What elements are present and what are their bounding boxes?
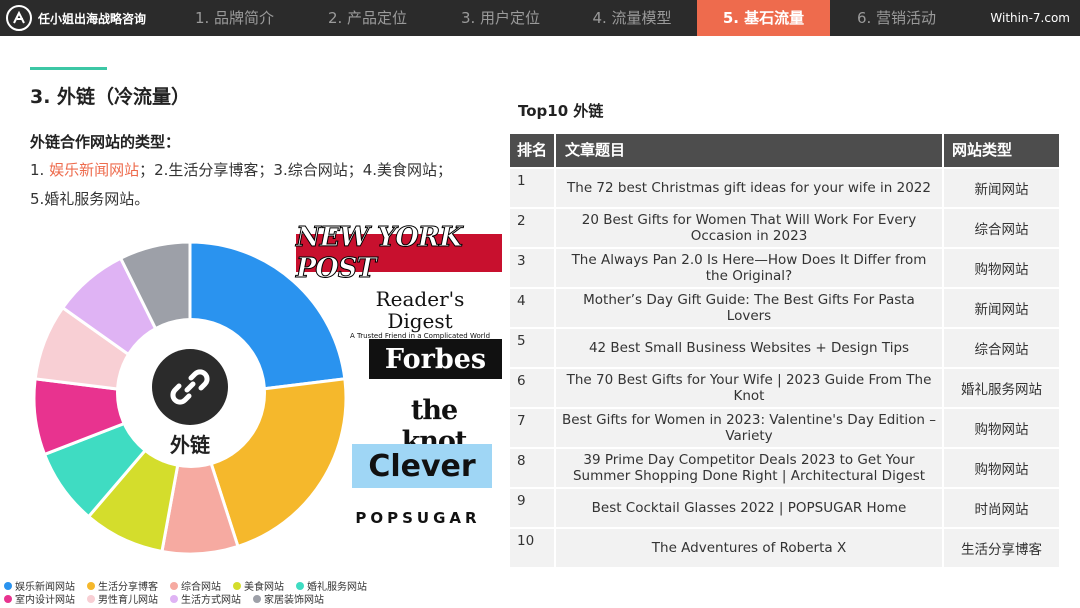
title-cell: 42 Best Small Business Websites + Design… bbox=[556, 329, 944, 367]
legend-item: 生活方式网站 bbox=[170, 591, 241, 606]
nav-tabs: 1. 品牌简介 2. 产品定位 3. 用户定位 4. 流量模型 5. 基石流量 … bbox=[168, 0, 963, 36]
legend-item: 男性育儿网站 bbox=[87, 591, 158, 606]
tab-product-positioning[interactable]: 2. 产品定位 bbox=[301, 0, 434, 36]
legend-dot-icon bbox=[296, 581, 304, 590]
title-cell: Best Cocktail Glasses 2022 | POPSUGAR Ho… bbox=[556, 489, 944, 527]
rank-cell: 1 bbox=[510, 169, 556, 207]
site-link[interactable]: Within-7.com bbox=[990, 0, 1070, 36]
accent-line bbox=[30, 67, 107, 70]
title-cell: The Adventures of Roberta X bbox=[556, 529, 944, 567]
header-rank: 排名 bbox=[510, 134, 556, 167]
legend-label: 家居装饰网站 bbox=[264, 595, 324, 606]
readers-digest-logo: Reader's Digest A Trusted Friend in a Co… bbox=[349, 287, 491, 340]
type-cell: 生活分享博客 bbox=[961, 542, 1042, 558]
table-row: 4 Mother’s Day Gift Guide: The Best Gifts… bbox=[510, 287, 1059, 327]
legend-label: 生活方式网站 bbox=[181, 595, 241, 606]
donut-center-label: 外链 bbox=[170, 433, 210, 457]
type-cell: 婚礼服务网站 bbox=[961, 382, 1042, 398]
rank-cell: 7 bbox=[510, 409, 556, 447]
table-row: 3 The Always Pan 2.0 Is Here—How Does It … bbox=[510, 247, 1059, 287]
forbes-logo: Forbes bbox=[369, 339, 502, 379]
brand-name: 任小姐出海战略咨询 bbox=[38, 11, 147, 26]
rank-cell: 8 bbox=[510, 449, 556, 487]
tab-brand-intro[interactable]: 1. 品牌简介 bbox=[168, 0, 301, 36]
donut-legend: 娱乐新闻网站 生活分享博客 综合网站 美食网站 婚礼服务网站 室内设计网站 男性育儿网站生… bbox=[4, 579, 424, 606]
header-title: 文章题目 bbox=[556, 134, 944, 167]
type-cell: 新闻网站 bbox=[974, 182, 1029, 198]
tab-user-positioning[interactable]: 3. 用户定位 bbox=[434, 0, 567, 36]
link-icon bbox=[152, 349, 228, 425]
brand-logo-icon bbox=[6, 5, 32, 31]
new-york-post-logo: NEW YORK POST bbox=[296, 222, 502, 285]
rank-cell: 2 bbox=[510, 209, 556, 247]
clever-logo: Clever bbox=[352, 444, 492, 488]
title-cell: The 72 best Christmas gift ideas for you… bbox=[556, 169, 944, 207]
type-cell: 购物网站 bbox=[974, 262, 1029, 278]
rank-cell: 3 bbox=[510, 249, 556, 287]
rank-cell: 9 bbox=[510, 489, 556, 527]
legend-item: 室内设计网站 bbox=[4, 591, 75, 606]
tab-cornerstone-traffic[interactable]: 5. 基石流量 bbox=[697, 0, 830, 36]
legend-dot-icon bbox=[87, 581, 95, 590]
title-cell: The Always Pan 2.0 Is Here—How Does It D… bbox=[556, 249, 944, 287]
brand[interactable]: 任小姐出海战略咨询 bbox=[0, 0, 146, 36]
type-cell: 综合网站 bbox=[974, 342, 1029, 358]
type-cell: 购物网站 bbox=[974, 422, 1029, 438]
rank-cell: 10 bbox=[510, 529, 556, 567]
legend-dot-icon bbox=[170, 594, 178, 603]
title-cell: Mother’s Day Gift Guide: The Best Gifts … bbox=[556, 289, 944, 327]
rank-cell: 5 bbox=[510, 329, 556, 367]
types-heading: 外链合作网站的类型： bbox=[30, 133, 181, 151]
type-cell: 综合网站 bbox=[974, 222, 1029, 238]
table-row: 9 Best Cocktail Glasses 2022 | POPSUGAR H… bbox=[510, 487, 1059, 527]
legend-dot-icon bbox=[4, 594, 12, 603]
legend-dot-icon bbox=[233, 581, 241, 590]
title-cell: Best Gifts for Women in 2023: Valentine'… bbox=[556, 409, 944, 447]
table-row: 6 The 70 Best Gifts for Your Wife | 2023 … bbox=[510, 367, 1059, 407]
top-nav-bar: 任小姐出海战略咨询 1. 品牌简介 2. 产品定位 3. 用户定位 4. 流量模… bbox=[0, 0, 1080, 36]
table-row: 10 The Adventures of Roberta X 生活分享博客 bbox=[510, 527, 1059, 567]
table-title: Top10 外链 bbox=[518, 102, 604, 120]
table-row: 8 39 Prime Day Competitor Deals 2023 to G… bbox=[510, 447, 1059, 487]
table-row: 7 Best Gifts for Women in 2023: Valentine… bbox=[510, 407, 1059, 447]
rank-cell: 6 bbox=[510, 369, 556, 407]
header-type: 网站类型 bbox=[952, 141, 1013, 159]
legend-item: 家居装饰网站 bbox=[253, 591, 324, 606]
legend-dot-icon bbox=[170, 581, 178, 590]
top10-table: 排名 文章题目 网站类型 1 The 72 best Christmas gift… bbox=[510, 134, 1059, 567]
type-cell: 购物网站 bbox=[974, 462, 1029, 478]
title-cell: The 70 Best Gifts for Your Wife | 2023 G… bbox=[556, 369, 944, 407]
title-cell: 39 Prime Day Competitor Deals 2023 to Ge… bbox=[556, 449, 944, 487]
tab-marketing-activities[interactable]: 6. 营销活动 bbox=[830, 0, 963, 36]
section-title: 3. 外链（冷流量） bbox=[30, 86, 191, 108]
legend-dot-icon bbox=[87, 594, 95, 603]
types-line-2: 5.婚礼服务网站。 bbox=[30, 190, 150, 208]
type-cell: 新闻网站 bbox=[974, 302, 1029, 318]
table-row: 1 The 72 best Christmas gift ideas for yo… bbox=[510, 167, 1059, 207]
rank-cell: 4 bbox=[510, 289, 556, 327]
table-row: 2 20 Best Gifts for Women That Will Work … bbox=[510, 207, 1059, 247]
legend-label: 男性育儿网站 bbox=[98, 595, 158, 606]
type-cell: 时尚网站 bbox=[974, 502, 1029, 518]
popsugar-logo: POPSUGAR bbox=[355, 509, 481, 527]
legend-dot-icon bbox=[253, 594, 261, 603]
legend-row: 室内设计网站 男性育儿网站 生活方式网站 家居装饰网站 bbox=[4, 591, 424, 606]
table-row: 5 42 Best Small Business Websites + Desig… bbox=[510, 327, 1059, 367]
title-cell: 20 Best Gifts for Women That Will Work F… bbox=[556, 209, 944, 247]
legend-label: 室内设计网站 bbox=[15, 595, 75, 606]
table-body: 1 The 72 best Christmas gift ideas for yo… bbox=[510, 167, 1059, 567]
legend-dot-icon bbox=[4, 581, 12, 590]
types-highlight: 娱乐新闻网站 bbox=[49, 161, 140, 179]
types-line-1: 1. 娱乐新闻网站；2.生活分享博客；3.综合网站；4.美食网站； bbox=[30, 159, 452, 180]
table-header: 排名 文章题目 网站类型 bbox=[510, 134, 1059, 167]
types-prefix: 1. bbox=[30, 161, 50, 179]
tab-traffic-model[interactable]: 4. 流量模型 bbox=[567, 0, 697, 36]
types-rest: ；2.生活分享博客；3.综合网站；4.美食网站； bbox=[139, 161, 453, 179]
